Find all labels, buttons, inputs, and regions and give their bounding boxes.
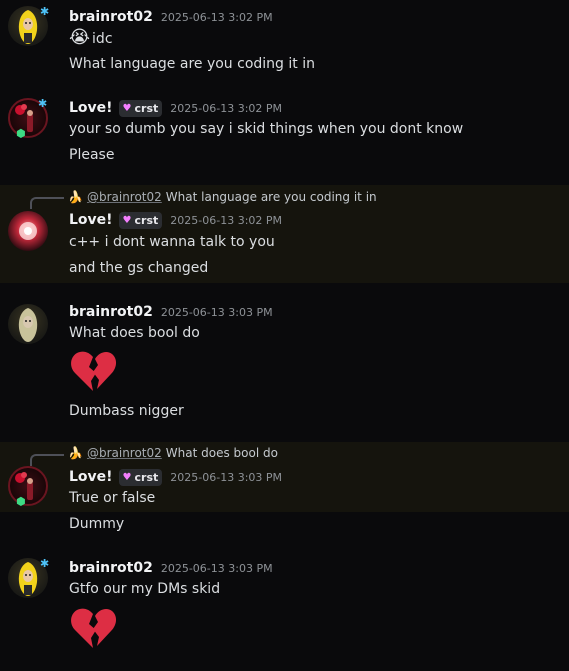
reply-text: What language are you coding it in: [165, 190, 377, 204]
broken-heart-icon: [71, 608, 117, 648]
timestamp: 2025-06-13 3:03 PM: [160, 561, 273, 575]
clan-tag-label: crst: [134, 470, 159, 484]
clan-tag-label: crst: [134, 213, 159, 227]
message-header: brainrot02 2025-06-13 3:03 PM: [69, 558, 273, 578]
user-avatar[interactable]: [8, 304, 48, 344]
user-avatar[interactable]: [8, 466, 48, 506]
message-text: and the gs changed: [69, 260, 209, 276]
username[interactable]: brainrot02: [69, 304, 153, 320]
avatar-decoration-icon: ✱: [38, 97, 48, 110]
message-2: ✱ ⬢ Love! ♥ crst 2025-06-13 3:02 PM your …: [0, 90, 569, 170]
avatar-badge-icon: ⬢: [16, 127, 26, 140]
heart-tag-icon: ♥: [122, 214, 132, 226]
reply-reference[interactable]: 🍌 @brainrot02 What language are you codi…: [68, 188, 377, 206]
message-text: Dumbass nigger: [69, 403, 184, 419]
message-text: True or false: [69, 490, 156, 506]
avatar-decoration-icon: ✱: [40, 557, 50, 570]
message-text: Please: [69, 147, 115, 163]
message-header: Love! ♥ crst 2025-06-13 3:03 PM: [69, 467, 282, 487]
reply-text: What does bool do: [165, 446, 278, 460]
banana-avatar-icon: [18, 308, 38, 342]
message-header: Love! ♥ crst 2025-06-13 3:02 PM: [69, 210, 282, 230]
message-5: 🍌 @brainrot02 What does bool do ⬢ Love! …: [0, 442, 569, 512]
message-text: Gtfo our my DMs skid: [69, 581, 221, 597]
reply-mention[interactable]: @brainrot02: [87, 446, 162, 460]
message-6: ✱ brainrot02 2025-06-13 3:03 PM Gtfo our…: [0, 552, 569, 671]
username[interactable]: Love!: [69, 469, 113, 485]
broken-heart-icon: [71, 351, 117, 391]
user-avatar[interactable]: [8, 211, 48, 251]
username[interactable]: brainrot02: [69, 9, 153, 25]
avatar-badge-icon: ⬢: [16, 495, 26, 508]
clan-tag[interactable]: ♥ crst: [118, 99, 163, 117]
username[interactable]: Love!: [69, 212, 113, 228]
timestamp: 2025-06-13 3:02 PM: [170, 213, 283, 227]
message-header: brainrot02 2025-06-13 3:02 PM: [69, 7, 273, 27]
timestamp: 2025-06-13 3:02 PM: [160, 10, 273, 24]
clan-tag-label: crst: [134, 101, 159, 115]
message-text: c++ i dont wanna talk to you: [69, 234, 275, 250]
message-header: brainrot02 2025-06-13 3:03 PM: [69, 302, 273, 322]
message-text: your so dumb you say i skid things when …: [69, 121, 464, 137]
timestamp: 2025-06-13 3:03 PM: [170, 470, 283, 484]
reply-mention[interactable]: @brainrot02: [87, 190, 162, 204]
heart-tag-icon: ♥: [122, 471, 132, 483]
clan-tag[interactable]: ♥ crst: [118, 211, 163, 229]
message-text: What does bool do: [69, 325, 200, 341]
timestamp: 2025-06-13 3:03 PM: [160, 305, 273, 319]
banana-avatar-icon: 🍌: [68, 190, 83, 204]
clan-tag[interactable]: ♥ crst: [118, 468, 163, 486]
message-header: Love! ♥ crst 2025-06-13 3:02 PM: [69, 98, 282, 118]
sob-emoji-icon: 😭: [69, 27, 91, 48]
message-1: ✱ brainrot02 2025-06-13 3:02 PM 😭 idc Wha…: [0, 0, 569, 85]
reply-spine: [30, 454, 64, 466]
username[interactable]: brainrot02: [69, 560, 153, 576]
message-line: 😭 idc: [69, 28, 113, 48]
reply-reference[interactable]: 🍌 @brainrot02 What does bool do: [68, 444, 278, 462]
heart-tag-icon: ♥: [122, 102, 132, 114]
message-text: Dummy: [69, 516, 125, 532]
message-4: brainrot02 2025-06-13 3:03 PM What does …: [0, 296, 569, 431]
avatar-decoration-icon: ✱: [40, 5, 50, 18]
banana-avatar-icon: 🍌: [68, 446, 83, 460]
timestamp: 2025-06-13 3:02 PM: [170, 101, 283, 115]
username[interactable]: Love!: [69, 100, 113, 116]
reply-spine: [30, 197, 64, 209]
message-text: idc: [92, 31, 113, 47]
message-text: What language are you coding it in: [69, 56, 315, 72]
rose-avatar-icon: [19, 222, 37, 240]
